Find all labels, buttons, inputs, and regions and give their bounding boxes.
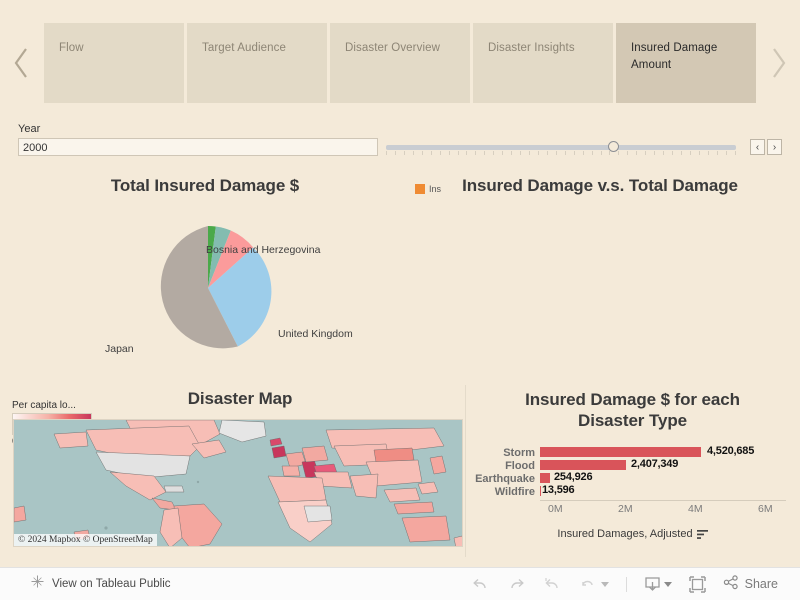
hbar-value-label: 254,926	[554, 471, 593, 483]
hbar-rows: Storm 4,520,685 Flood 2,407,349 Earthqua…	[472, 445, 792, 498]
hbar-row-flood[interactable]: Flood 2,407,349	[472, 458, 792, 472]
country-united-kingdom[interactable]	[271, 445, 287, 459]
tab-label: Disaster Overview	[345, 42, 440, 54]
x-tick: 4M	[688, 503, 703, 515]
year-next-button[interactable]: ›	[767, 139, 782, 155]
x-tick: 0M	[548, 503, 563, 515]
pie-chart-svg[interactable]: Bosnia and Herzegovina United Kingdom Ja…	[0, 200, 410, 375]
hbar-value-label: 13,596	[542, 484, 575, 496]
revert-icon[interactable]	[543, 576, 562, 592]
hbar-row-earthquake[interactable]: Earthquake 254,926	[472, 471, 792, 485]
year-slider-track[interactable]	[386, 145, 737, 150]
map-svg[interactable]	[14, 420, 463, 547]
hbar-bar[interactable]	[540, 486, 541, 496]
share-icon	[723, 575, 739, 593]
hbar-bar[interactable]	[540, 447, 701, 457]
dashboard-tab-bar: Flow Target Audience Disaster Overview D…	[0, 23, 800, 103]
pie-label-japan: Japan	[105, 343, 134, 355]
year-slider[interactable]	[386, 138, 744, 156]
year-filter: Year 2000 ‹ ›	[18, 123, 782, 156]
year-filter-row: 2000 ‹ ›	[18, 138, 782, 156]
bars-chart-panel[interactable]: Dollar Amount 60M 40M 20M 0M Earthqua.. …	[405, 172, 800, 384]
map-legend-title: Per capita lo...	[12, 400, 76, 411]
disaster-map[interactable]: © 2024 Mapbox © OpenStreetMap	[13, 419, 463, 547]
hbar-row-wildfire[interactable]: Wildfire 13,596	[472, 484, 792, 498]
refresh-icon[interactable]	[579, 576, 609, 592]
share-button[interactable]: Share	[723, 575, 778, 593]
country-shape[interactable]	[163, 485, 185, 493]
tab-insured-damage-amount[interactable]: Insured Damage Amount	[616, 23, 756, 103]
country-australia[interactable]	[401, 515, 451, 543]
refresh-dropdown-caret-icon[interactable]	[600, 581, 609, 587]
x-tick: 6M	[758, 503, 773, 515]
hbar-title-line1: Insured Damage $ for each	[525, 390, 740, 409]
country-mongolia[interactable]	[373, 447, 415, 463]
undo-icon[interactable]	[471, 576, 490, 592]
tabs-next-arrow-icon[interactable]	[756, 23, 800, 103]
tab-label: Disaster Insights	[488, 42, 575, 54]
country-shape[interactable]	[53, 431, 89, 449]
tab-label: Target Audience	[202, 42, 286, 54]
hbar-axis-label: Insured Damages, Adjusted	[557, 528, 693, 540]
country-shape[interactable]	[383, 487, 421, 503]
country-indonesia[interactable]	[393, 501, 435, 515]
toolbar-left[interactable]: View on Tableau Public	[30, 574, 171, 594]
fullscreen-icon[interactable]	[688, 575, 706, 593]
hbar-track: 13,596	[540, 484, 792, 498]
tabs-container: Flow Target Audience Disaster Overview D…	[44, 23, 756, 103]
hbar-category-label: Storm	[503, 446, 535, 459]
hbar-category-label: Flood	[505, 459, 535, 472]
year-nudge-buttons: ‹ ›	[750, 139, 782, 155]
year-value-input[interactable]: 2000	[18, 138, 379, 156]
year-prev-button[interactable]: ‹	[750, 139, 765, 155]
hbar-axis-label-row: Insured Damages, Adjusted	[465, 528, 800, 542]
country-shape[interactable]	[453, 535, 463, 547]
view-on-tableau-public-link[interactable]: View on Tableau Public	[52, 578, 171, 590]
hbar-category-label: Earthquake	[475, 472, 535, 485]
share-label: Share	[744, 577, 778, 591]
hbar-bar[interactable]	[540, 460, 626, 470]
map-attribution: © 2024 Mapbox © OpenStreetMap	[14, 534, 157, 546]
download-dropdown-caret-icon[interactable]	[663, 581, 672, 587]
download-icon[interactable]	[644, 576, 672, 593]
redo-icon[interactable]	[507, 576, 526, 592]
toolbar-right: Share	[471, 575, 778, 593]
hbar-x-axis: 0M 2M 4M 6M	[540, 500, 786, 515]
tableau-toolbar: View on Tableau Public Share	[0, 567, 800, 600]
tab-disaster-overview[interactable]: Disaster Overview	[330, 23, 470, 103]
dashboard-root: Flow Target Audience Disaster Overview D…	[0, 0, 800, 600]
year-slider-ticks	[386, 151, 736, 156]
tableau-logo-icon	[30, 574, 45, 594]
hbar-track: 254,926	[540, 471, 792, 485]
tabs-prev-arrow-icon[interactable]	[0, 23, 44, 103]
x-tick: 2M	[618, 503, 633, 515]
tab-disaster-insights[interactable]: Disaster Insights	[473, 23, 613, 103]
country-shape[interactable]	[301, 445, 329, 463]
country-spain[interactable]	[281, 465, 301, 477]
toolbar-divider	[625, 576, 627, 592]
pie-chart-panel[interactable]: Bosnia and Herzegovina United Kingdom Ja…	[0, 172, 410, 377]
hbar-value-label: 2,407,349	[631, 458, 679, 470]
hbar-chart-title: Insured Damage $ for each Disaster Type	[470, 389, 795, 432]
year-slider-thumb[interactable]	[608, 141, 620, 152]
country-shape[interactable]	[303, 505, 333, 523]
tab-label: Insured Damage Amount	[631, 42, 718, 71]
tab-flow[interactable]: Flow	[44, 23, 184, 103]
year-filter-label: Year	[18, 123, 41, 135]
tab-target-audience[interactable]: Target Audience	[187, 23, 327, 103]
map-title: Disaster Map	[187, 389, 293, 408]
hbar-category-label: Wildfire	[494, 485, 535, 498]
sort-icon[interactable]	[696, 529, 708, 542]
pie-label-bosnia: Bosnia and Herzegovina	[206, 244, 321, 256]
hbar-value-label: 4,520,685	[707, 445, 755, 457]
pie-label-united-kingdom: United Kingdom	[278, 328, 353, 340]
country-shape[interactable]	[14, 505, 27, 523]
hbar-title-line2: Disaster Type	[578, 411, 687, 431]
hbar-bar[interactable]	[540, 473, 550, 483]
tab-label: Flow	[59, 42, 84, 54]
